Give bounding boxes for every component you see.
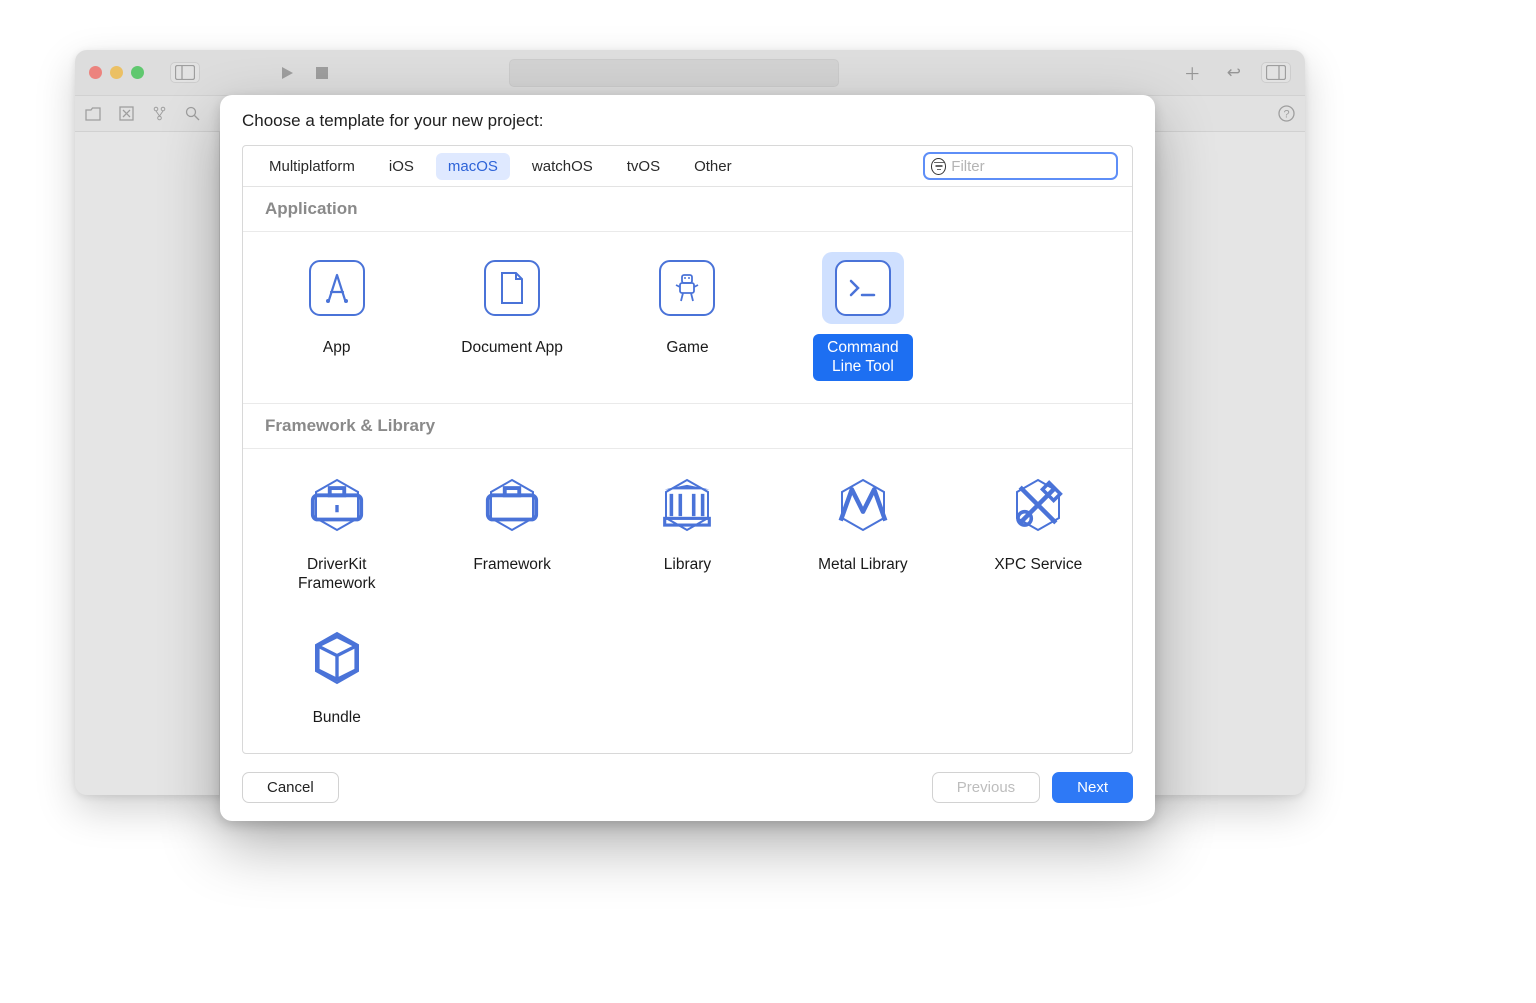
document-icon	[484, 260, 540, 316]
next-button[interactable]: Next	[1052, 772, 1133, 803]
template-label: App	[309, 334, 365, 361]
app-icon	[309, 260, 365, 316]
tab-watchos[interactable]: watchOS	[520, 153, 605, 180]
template-label: XPC Service	[980, 551, 1096, 578]
template-library[interactable]: Library	[600, 465, 775, 602]
previous-button[interactable]: Previous	[932, 772, 1040, 803]
game-icon	[659, 260, 715, 316]
template-label: Metal Library	[804, 551, 922, 578]
template-label: Document App	[447, 334, 577, 361]
tab-other[interactable]: Other	[682, 153, 744, 180]
xpc-icon	[1009, 476, 1067, 534]
tab-ios[interactable]: iOS	[377, 153, 426, 180]
template-command-line-tool[interactable]: Command Line Tool	[775, 248, 950, 385]
section-framework-title: Framework & Library	[243, 403, 1132, 449]
template-label: Command Line Tool	[813, 334, 913, 381]
template-label: Bundle	[299, 704, 375, 731]
driverkit-icon	[308, 476, 366, 534]
template-bundle[interactable]: Bundle	[249, 618, 424, 735]
terminal-icon	[835, 260, 891, 316]
template-label: Game	[652, 334, 722, 361]
framework-grid: DriverKit Framework Framework Library	[243, 449, 1132, 753]
framework-icon	[483, 476, 541, 534]
template-label: Framework	[459, 551, 565, 578]
template-label: Library	[650, 551, 725, 578]
section-application-title: Application	[243, 187, 1132, 232]
template-metal-library[interactable]: Metal Library	[775, 465, 950, 602]
cancel-button[interactable]: Cancel	[242, 772, 339, 803]
tab-tvos[interactable]: tvOS	[615, 153, 672, 180]
template-app[interactable]: App	[249, 248, 424, 385]
template-framework[interactable]: Framework	[424, 465, 599, 602]
filter-icon	[931, 158, 946, 175]
new-project-sheet: Choose a template for your new project: …	[220, 95, 1155, 821]
bundle-icon	[308, 629, 366, 687]
library-icon	[658, 476, 716, 534]
sheet-title: Choose a template for your new project:	[220, 95, 1155, 145]
tab-macos[interactable]: macOS	[436, 153, 510, 180]
filter-field[interactable]	[923, 152, 1118, 180]
filter-input[interactable]	[951, 158, 1110, 175]
tab-multiplatform[interactable]: Multiplatform	[257, 153, 367, 180]
metal-icon	[834, 476, 892, 534]
template-document-app[interactable]: Document App	[424, 248, 599, 385]
template-xpc-service[interactable]: XPC Service	[951, 465, 1126, 602]
platform-tabs: Multiplatform iOS macOS watchOS tvOS Oth…	[243, 146, 1132, 187]
template-label: DriverKit Framework	[284, 551, 390, 598]
application-grid: App Document App Game Command Line Tool	[243, 232, 1132, 403]
template-game[interactable]: Game	[600, 248, 775, 385]
sheet-footer: Cancel Previous Next	[220, 754, 1155, 803]
template-driverkit-framework[interactable]: DriverKit Framework	[249, 465, 424, 602]
